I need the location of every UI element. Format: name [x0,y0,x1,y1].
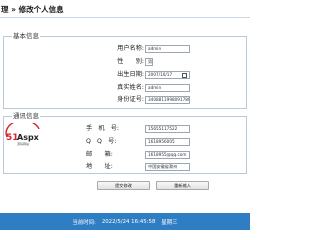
birthdate-input[interactable]: 2007/10/17 [145,71,190,79]
submit-button[interactable]: 提交修改 [97,181,150,190]
qq-input[interactable]: 1618956005 [145,138,190,146]
calendar-icon[interactable] [182,72,187,78]
username-label: 用户名称: [117,45,144,52]
phone-label: 手 机 号: [86,125,120,132]
gender-input[interactable]: 男 [145,58,153,66]
footer-datetime: 2022/5/24 16:45:58 [101,218,156,225]
email-input[interactable]: 1618955@qq.com [145,151,190,159]
status-footer: 当前时间: 2022/5/24 16:45:58 星期三 [0,213,250,230]
realname-input[interactable]: admin [145,84,190,92]
page-title: 理 » 修改个人信息 [1,5,64,14]
idcard-label: 身份证号: [117,96,144,103]
title-divider [0,17,250,18]
contact-info-legend: 通讯信息 [12,112,40,120]
logo-word: Aspx [17,133,40,142]
contact-info-group: 通讯信息 51 Aspx 源码网站 手 机 号: 15655117522 Q Q… [3,112,247,174]
qq-label: Q Q 号: [86,138,117,145]
birthdate-label: 出生日期: [117,71,144,78]
reset-button[interactable]: 重新输入 [156,181,209,190]
email-label: 邮 箱: [86,151,113,158]
logo-tagline: 源码网站 [17,141,29,146]
gender-label: 性 别: [117,58,144,65]
51aspx-logo: 51 Aspx 源码网站 [5,123,40,146]
idcard-input[interactable]: 340881199809178031 [145,96,190,104]
realname-label: 真实姓名: [117,84,144,91]
basic-info-legend: 基本信息 [12,32,40,40]
footer-weekday: 星期三 [161,219,178,226]
address-input[interactable]: 中国安徽省滁州 [145,163,190,171]
phone-input[interactable]: 15655117522 [145,125,190,133]
footer-time-label: 当前时间: [72,219,96,226]
address-label: 地 址: [86,163,113,170]
birthdate-value: 2007/10/17 [148,72,173,77]
basic-info-group: 基本信息 用户名称: admin 性 别: 男 出生日期: 2007/10/17… [3,32,247,109]
username-input[interactable]: admin [145,45,190,53]
